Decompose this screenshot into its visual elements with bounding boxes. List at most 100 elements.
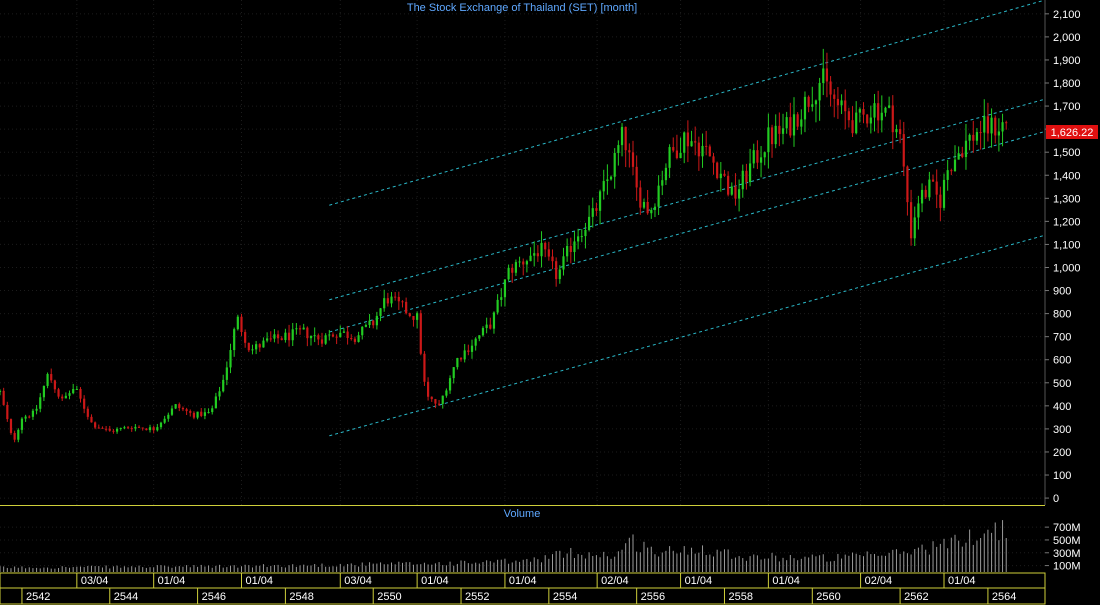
candle-body (595, 208, 598, 211)
candle-body (734, 186, 737, 199)
price-tick-label: 1,500 (1053, 147, 1081, 159)
candle-body (690, 141, 693, 147)
candle-body (386, 298, 389, 304)
candle-body (928, 179, 931, 198)
candle-body (642, 201, 646, 208)
candle-body (555, 261, 558, 280)
candle-body (489, 324, 492, 329)
candle-body (309, 335, 313, 339)
date-tick-label: 01/04 (948, 575, 976, 587)
candle-body (324, 335, 327, 344)
candle-body (540, 242, 543, 257)
candle-body (602, 181, 605, 192)
candle-body (478, 335, 481, 339)
candle-body (587, 216, 591, 231)
candle-body (708, 146, 711, 157)
candle-body (899, 129, 902, 135)
candle-body (405, 301, 408, 314)
candle-body (818, 83, 821, 101)
candle-body (1001, 122, 1004, 132)
date-tick-label: 01/04 (421, 575, 449, 587)
candle-body (544, 242, 547, 250)
candle-body (28, 416, 31, 418)
candle-body (50, 374, 53, 381)
candle-body (170, 408, 174, 415)
candle-body (306, 327, 309, 339)
candle-body (529, 255, 532, 262)
candle-body (459, 357, 463, 360)
candle-body (361, 326, 364, 336)
candle-body (0, 390, 2, 393)
candle-body (247, 342, 250, 351)
candle-body (178, 404, 181, 409)
candle-body (759, 157, 763, 163)
candle-body (163, 418, 166, 423)
candle-body (390, 296, 393, 304)
candle-body (723, 173, 726, 176)
candle-body (97, 427, 100, 429)
candle-body (474, 338, 477, 346)
price-tick-label: 700 (1053, 332, 1071, 344)
candle-body (83, 398, 86, 409)
candle-body (668, 147, 671, 168)
candle-body (463, 350, 466, 360)
candle-body (533, 253, 536, 256)
candle-body (372, 320, 375, 326)
candle-body (961, 153, 964, 158)
candle-body (525, 261, 528, 265)
year-tick-label: 2558 (728, 591, 752, 603)
candle-body (156, 427, 159, 431)
price-tick-label: 300 (1053, 424, 1071, 436)
candle-body (123, 427, 126, 429)
candle-body (741, 170, 744, 190)
candle-body (877, 103, 880, 121)
candle-body (339, 332, 342, 338)
candle-body (650, 209, 653, 214)
candle-body (470, 345, 474, 352)
candle-body (233, 329, 236, 351)
candle-body (986, 116, 990, 134)
candle-body (255, 344, 258, 350)
candle-body (20, 418, 24, 430)
volume-tick-label: 500M (1053, 535, 1081, 547)
candle-body (536, 253, 539, 257)
candle-body (273, 334, 276, 339)
candle-body (895, 129, 898, 133)
candle-body (192, 412, 196, 418)
candle-body (13, 432, 16, 440)
candle-body (108, 428, 111, 431)
stock-chart: The Stock Exchange of Thailand (SET) [mo… (0, 0, 1100, 605)
candle-body (939, 194, 942, 208)
candle-body (115, 428, 119, 432)
year-tick-label: 2548 (289, 591, 313, 603)
candle-body (397, 296, 400, 302)
price-tick-label: 1,200 (1053, 216, 1081, 228)
candle-body (401, 301, 404, 303)
candle-body (434, 399, 437, 404)
candle-body (42, 385, 46, 398)
candle-body (694, 141, 697, 143)
volume-tick-label: 100M (1053, 561, 1081, 573)
year-tick-label: 2550 (377, 591, 401, 603)
candle-body (64, 395, 67, 399)
candle-body (492, 312, 496, 329)
year-tick-label: 2544 (114, 591, 138, 603)
candle-body (661, 180, 664, 186)
candle-body (675, 150, 679, 159)
price-tick-label: 1,700 (1053, 101, 1081, 113)
candle-body (379, 308, 382, 316)
candle-body (712, 156, 715, 163)
candle-body (522, 261, 525, 265)
candle-body (167, 414, 170, 419)
candle-body (781, 128, 785, 134)
year-tick-label: 2542 (26, 591, 50, 603)
price-tick-label: 600 (1053, 355, 1071, 367)
candle-body (873, 103, 876, 118)
candle-body (295, 328, 298, 330)
candle-body (763, 152, 766, 158)
candle-body (214, 396, 217, 409)
candle-body (807, 96, 810, 107)
candle-body (251, 349, 254, 351)
candle-body (789, 117, 792, 136)
candle-body (266, 338, 269, 341)
